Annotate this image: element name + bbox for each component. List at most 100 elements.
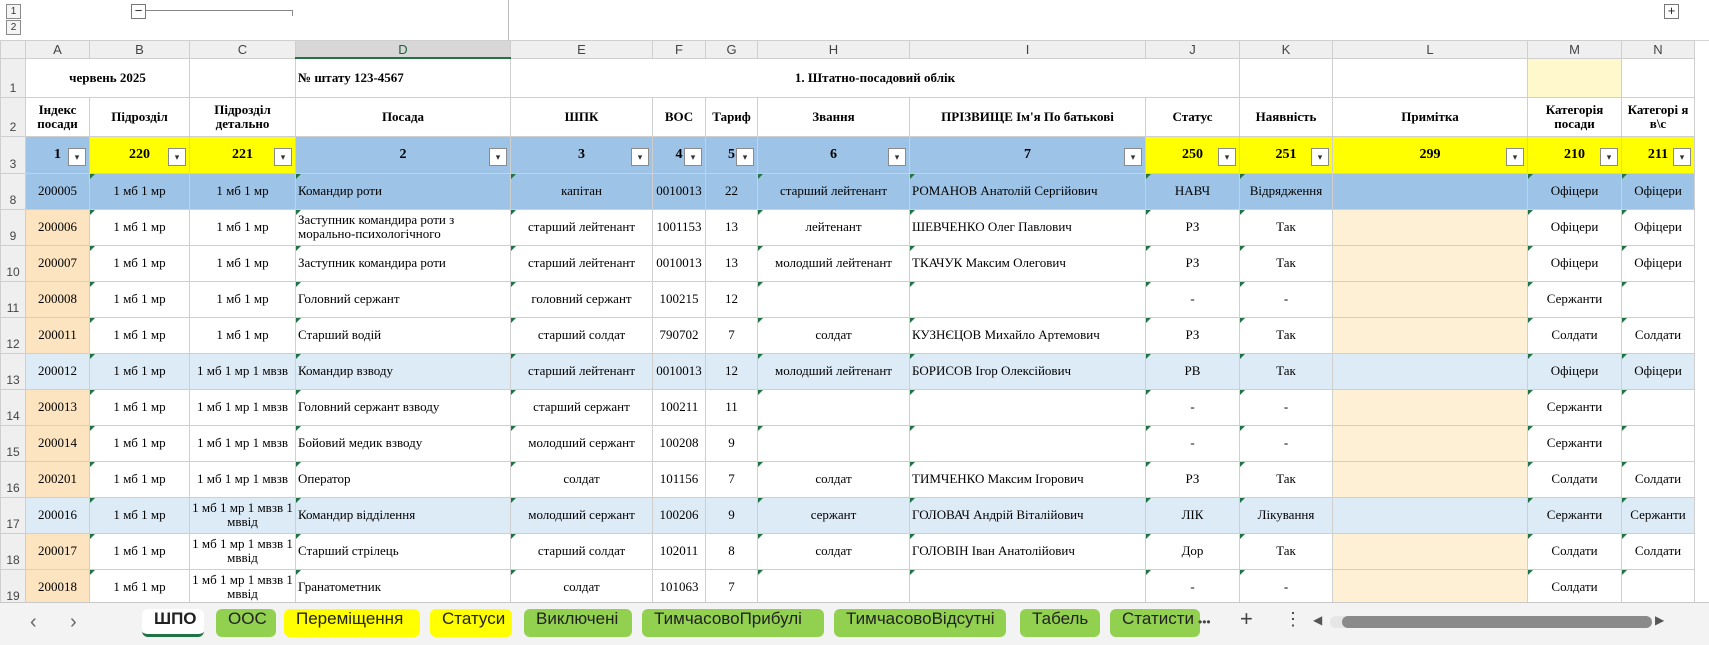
cell-tariff[interactable]: 12: [705, 352, 758, 390]
cell-unit-category[interactable]: Солдати: [1621, 532, 1695, 570]
row-number[interactable]: 10: [0, 244, 26, 282]
cell-rank[interactable]: старший лейтенант: [757, 172, 910, 210]
column-header-i[interactable]: I: [909, 40, 1146, 59]
cell-rank[interactable]: солдат: [757, 460, 910, 498]
cell-unit[interactable]: 1 мб 1 мр: [89, 496, 190, 534]
cell-tariff[interactable]: 7: [705, 568, 758, 606]
cell-position-category[interactable]: Сержанти: [1527, 424, 1622, 462]
cell-full-name[interactable]: ГОЛОВАЧ Андрій Віталійович: [909, 496, 1146, 534]
filter-dropdown-icon[interactable]: ▾: [631, 147, 649, 166]
cell-note[interactable]: [1332, 424, 1528, 462]
header-position-category[interactable]: Категорія посади: [1527, 96, 1622, 137]
cell-rank[interactable]: молодший лейтенант: [757, 352, 910, 390]
header-status[interactable]: Статус: [1145, 96, 1240, 137]
cell-rank-position[interactable]: молодший сержант: [510, 496, 653, 534]
horizontal-scroll-thumb[interactable]: [1342, 616, 1652, 628]
cell-rank-position[interactable]: старший лейтенант: [510, 208, 653, 246]
cell-unit-category[interactable]: Офіцери: [1621, 208, 1695, 246]
row-number[interactable]: 15: [0, 424, 26, 462]
cell-position[interactable]: Заступник командира роти: [295, 244, 511, 282]
cell-rank[interactable]: солдат: [757, 316, 910, 354]
cell-unit-category[interactable]: Солдати: [1621, 460, 1695, 498]
cell-unit-category[interactable]: Офіцери: [1621, 352, 1695, 390]
cell-rank[interactable]: [757, 280, 910, 318]
cell-presence[interactable]: Відрядження: [1239, 172, 1333, 210]
cell-position-index[interactable]: 200012: [25, 352, 90, 390]
cell-rank-position[interactable]: старший сержант: [510, 388, 653, 426]
cell-note[interactable]: [1332, 496, 1528, 534]
scroll-left-icon[interactable]: ◀: [1313, 613, 1322, 627]
column-header-g[interactable]: G: [705, 40, 758, 59]
cell-rank-position[interactable]: капітан: [510, 172, 653, 210]
cell-presence[interactable]: Так: [1239, 532, 1333, 570]
cell-note[interactable]: [1332, 244, 1528, 282]
cell-position[interactable]: Заступник командира роти з морально-псих…: [295, 208, 511, 246]
column-header-l[interactable]: L: [1332, 40, 1528, 59]
add-sheet-icon[interactable]: +: [1240, 606, 1253, 632]
cell-presence[interactable]: -: [1239, 388, 1333, 426]
cell-position-category[interactable]: Офіцери: [1527, 244, 1622, 282]
cell-position-category[interactable]: Сержанти: [1527, 280, 1622, 318]
cell-unit-detail[interactable]: 1 мб 1 мр: [189, 316, 296, 354]
cell-position-category[interactable]: Солдати: [1527, 460, 1622, 498]
outline-level-2-button[interactable]: 2: [6, 20, 21, 35]
cell-rank[interactable]: [757, 424, 910, 462]
filter-dropdown-icon[interactable]: ▾: [1218, 147, 1236, 166]
cell-note[interactable]: [1332, 280, 1528, 318]
cell-vos[interactable]: 102011: [652, 532, 706, 570]
cell-unit[interactable]: 1 мб 1 мр: [89, 424, 190, 462]
header-vos[interactable]: ВОС: [652, 96, 706, 137]
cell-position-index[interactable]: 200016: [25, 496, 90, 534]
cell-position[interactable]: Командир відділення: [295, 496, 511, 534]
cell-presence[interactable]: Так: [1239, 460, 1333, 498]
cell-status[interactable]: -: [1145, 280, 1240, 318]
cell-unit-detail[interactable]: 1 мб 1 мр 1 мвзв 1 мввід: [189, 532, 296, 570]
cell-presence[interactable]: -: [1239, 280, 1333, 318]
cell-note[interactable]: [1332, 460, 1528, 498]
filter-cell-k[interactable]: 251 ▾: [1239, 135, 1333, 174]
collapse-group-button[interactable]: −: [131, 4, 146, 19]
filter-cell-j[interactable]: 250 ▾: [1145, 135, 1240, 174]
cell-position-index[interactable]: 200018: [25, 568, 90, 606]
cell-status[interactable]: НАВЧ: [1145, 172, 1240, 210]
cell-presence[interactable]: Так: [1239, 352, 1333, 390]
cell-full-name[interactable]: [909, 388, 1146, 426]
filter-cell-e[interactable]: 3 ▾: [510, 135, 653, 174]
cell-position[interactable]: Головний сержант взводу: [295, 388, 511, 426]
row-number[interactable]: 14: [0, 388, 26, 426]
column-header-f[interactable]: F: [652, 40, 706, 59]
cell-unit[interactable]: 1 мб 1 мр: [89, 352, 190, 390]
filter-dropdown-icon[interactable]: ▾: [736, 147, 754, 166]
filter-dropdown-icon[interactable]: ▾: [1124, 147, 1142, 166]
cell-rank-position[interactable]: солдат: [510, 568, 653, 606]
filter-dropdown-icon[interactable]: ▾: [274, 147, 292, 166]
column-header-e[interactable]: E: [510, 40, 653, 59]
cell-vos[interactable]: 0010013: [652, 244, 706, 282]
cell-position[interactable]: Оператор: [295, 460, 511, 498]
cell-unit-detail[interactable]: 1 мб 1 мр 1 мвзв 1 мввід: [189, 496, 296, 534]
cell-rank[interactable]: лейтенант: [757, 208, 910, 246]
cell-unit[interactable]: 1 мб 1 мр: [89, 244, 190, 282]
cell-rank-position[interactable]: старший солдат: [510, 532, 653, 570]
cell-vos[interactable]: 0010013: [652, 352, 706, 390]
cell-status[interactable]: -: [1145, 568, 1240, 606]
cell-rank-position[interactable]: старший солдат: [510, 316, 653, 354]
cell-unit-detail[interactable]: 1 мб 1 мр 1 мвзв: [189, 352, 296, 390]
header-rank[interactable]: Звання: [757, 96, 910, 137]
tab-statuses[interactable]: Статуси: [430, 609, 512, 637]
cell-position[interactable]: Командир взводу: [295, 352, 511, 390]
cell-tariff[interactable]: 9: [705, 496, 758, 534]
filter-cell-g[interactable]: 5 ▾: [705, 135, 758, 174]
cell-unit-category[interactable]: Сержанти: [1621, 496, 1695, 534]
cell-unit-category[interactable]: Офіцери: [1621, 172, 1695, 210]
cell-full-name[interactable]: ГОЛОВІН Іван Анатолійович: [909, 532, 1146, 570]
column-header-h[interactable]: H: [757, 40, 910, 59]
filter-dropdown-icon[interactable]: ▾: [684, 147, 702, 166]
filter-cell-b[interactable]: 220 ▾: [89, 135, 190, 174]
cell-full-name[interactable]: ТКАЧУК Максим Олегович: [909, 244, 1146, 282]
cell-unit-detail[interactable]: 1 мб 1 мр 1 мвзв: [189, 388, 296, 426]
cell-vos[interactable]: 100206: [652, 496, 706, 534]
expand-group-button[interactable]: +: [1664, 4, 1679, 19]
cell-presence[interactable]: Так: [1239, 208, 1333, 246]
row-number[interactable]: 8: [0, 172, 26, 210]
